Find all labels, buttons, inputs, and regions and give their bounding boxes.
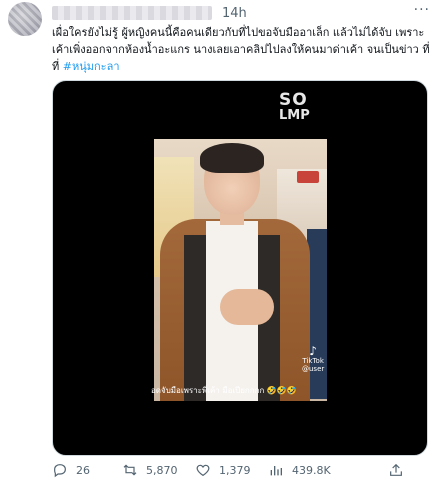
- heart-icon: [196, 464, 210, 477]
- tweet-actions: 26 5,870 1,379 439.8K: [52, 458, 440, 482]
- tiktok-watermark: ♪ TikTok @user: [302, 345, 324, 373]
- tiktok-handle: @user: [302, 365, 325, 373]
- like-count: 1,379: [219, 463, 251, 477]
- retweet-icon: [123, 464, 137, 476]
- video-frame[interactable]: ♪ TikTok @user: [154, 139, 327, 401]
- reply-icon: [54, 464, 66, 478]
- views-button[interactable]: 439.8K: [268, 458, 331, 482]
- hair: [200, 143, 264, 173]
- jacket-lapel-left: [184, 235, 206, 401]
- censored-username[interactable]: [52, 6, 212, 20]
- share-icon: [390, 463, 402, 476]
- views-icon: [270, 466, 282, 476]
- so-logo: SO LMP: [279, 90, 310, 124]
- tiktok-label: TikTok: [302, 357, 324, 365]
- avatar[interactable]: [8, 2, 42, 36]
- tweet-card: 14h ··· เผื่อใครยังไม่รู้ ผู้หญิงคนนี้คื…: [0, 0, 440, 487]
- tiktok-icon: ♪: [309, 344, 317, 358]
- like-button[interactable]: 1,379: [195, 458, 251, 482]
- hashtag-link[interactable]: #หนุ่มกะลา: [63, 60, 120, 73]
- store-sign: [297, 171, 319, 183]
- tweet-media[interactable]: SO LMP ♪ TikTok @user อดจับมือเพราะพี่เค…: [52, 80, 428, 456]
- video-caption: อดจับมือเพราะพี่เค้า มือเปียกกกก 🤣🤣🤣: [151, 386, 297, 395]
- clasped-hands: [220, 289, 274, 325]
- tweet-time[interactable]: 14h: [222, 6, 247, 21]
- retweet-button[interactable]: 5,870: [122, 458, 178, 482]
- view-count: 439.8K: [292, 463, 331, 477]
- logo-line-1: SO: [279, 90, 308, 110]
- tweet-header: 14h: [52, 4, 247, 22]
- reply-count: 26: [76, 463, 90, 477]
- retweet-count: 5,870: [146, 463, 178, 477]
- share-button[interactable]: [388, 458, 412, 482]
- reply-button[interactable]: 26: [52, 458, 90, 482]
- background-person: [307, 229, 327, 399]
- more-options-icon[interactable]: ···: [414, 2, 430, 18]
- logo-line-2: LMP: [279, 108, 310, 123]
- tweet-text: เผื่อใครยังไม่รู้ ผู้หญิงคนนี้คือคนเดียว…: [52, 24, 432, 75]
